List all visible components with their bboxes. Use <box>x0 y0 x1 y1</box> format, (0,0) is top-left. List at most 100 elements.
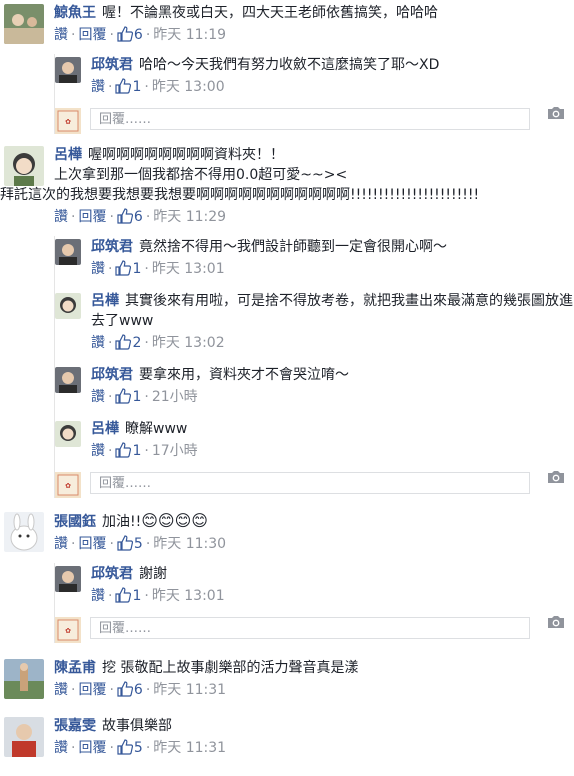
comment-thread: 鯨魚王 喔！不論黑夜或白天，四大天王老師依舊搞笑，哈哈哈 讚 · 回覆 · 6 · 昨天 11… <box>0 2 574 761</box>
like-count[interactable]: 6 <box>134 27 143 43</box>
camera-icon[interactable] <box>546 105 566 125</box>
comment-text-line: 上次拿到那一個我都捨不得用0.0超可愛~~>< <box>54 167 348 183</box>
reply-link[interactable]: 回覆 <box>78 536 106 552</box>
thumbs-up-icon[interactable] <box>115 587 132 609</box>
comment-author[interactable]: 邱筑君 <box>91 367 133 383</box>
like-link[interactable]: 讚 <box>91 261 105 277</box>
like-count[interactable]: 5 <box>134 740 143 756</box>
timestamp[interactable]: 昨天 13:00 <box>152 79 225 95</box>
timestamp[interactable]: 17小時 <box>152 443 198 459</box>
comment-text: 哈哈～今天我們有努力收斂不這麼搞笑了耶～XD <box>139 57 440 73</box>
reply-input[interactable]: 回覆…… <box>90 472 530 494</box>
like-count[interactable]: 2 <box>132 335 141 351</box>
like-link[interactable]: 讚 <box>91 389 105 405</box>
avatar[interactable] <box>4 4 44 44</box>
avatar[interactable] <box>55 239 81 265</box>
reply: 邱筑君 哈哈～今天我們有努力收斂不這麼搞笑了耶～XD 讚 · 1 · 昨天 13:00 <box>55 54 574 100</box>
thumbs-up-icon[interactable] <box>115 388 132 410</box>
avatar[interactable] <box>55 293 81 319</box>
reply-box: ✿ 回覆…… <box>55 102 574 134</box>
reply-input[interactable]: 回覆…… <box>90 617 530 639</box>
like-count[interactable]: 5 <box>134 536 143 552</box>
thumbs-up-icon[interactable] <box>117 739 133 761</box>
camera-icon[interactable] <box>546 614 566 634</box>
comment-text: 竟然捨不得用～我們設計師聽到一定會很開心啊～ <box>139 239 447 255</box>
like-link[interactable]: 讚 <box>91 79 105 95</box>
like-link[interactable]: 讚 <box>54 740 68 756</box>
avatar[interactable] <box>4 512 44 552</box>
timestamp[interactable]: 昨天 11:19 <box>153 27 226 43</box>
replies: 邱筑君 哈哈～今天我們有努力收斂不這麼搞笑了耶～XD 讚 · 1 · 昨天 13:00 ✿… <box>54 54 574 134</box>
svg-text:✿: ✿ <box>65 482 71 490</box>
comment-author[interactable]: 張嘉雯 <box>54 718 96 734</box>
comment-author[interactable]: 邱筑君 <box>91 239 133 255</box>
like-link[interactable]: 讚 <box>91 443 105 459</box>
like-count[interactable]: 1 <box>132 261 141 277</box>
thumbs-up-icon[interactable] <box>115 260 132 282</box>
timestamp[interactable]: 昨天 13:01 <box>152 261 225 277</box>
like-link[interactable]: 讚 <box>54 536 68 552</box>
comment-text-line: 拜託這次的我想要我想要我想要啊啊啊啊啊啊啊啊啊啊啊!!!!!!!!!!!!!!!… <box>0 187 480 203</box>
like-link[interactable]: 讚 <box>54 682 68 698</box>
svg-text:✿: ✿ <box>65 118 71 126</box>
avatar[interactable] <box>4 146 44 186</box>
like-link[interactable]: 讚 <box>54 27 68 43</box>
timestamp[interactable]: 昨天 13:01 <box>152 588 225 604</box>
reply-link[interactable]: 回覆 <box>78 27 106 43</box>
comment: 陳孟甫挖 張敬配上故事劇樂部的活力聲音真是漾 讚 · 回覆 · 6 · 昨天 11:31 <box>0 657 574 703</box>
comment-author[interactable]: 呂樺 <box>91 421 119 437</box>
avatar[interactable] <box>55 57 81 83</box>
like-count[interactable]: 6 <box>134 682 143 698</box>
comment-author[interactable]: 陳孟甫 <box>54 660 96 676</box>
timestamp[interactable]: 昨天 11:31 <box>153 682 226 698</box>
comment-author[interactable]: 邱筑君 <box>91 57 133 73</box>
like-count[interactable]: 1 <box>132 79 141 95</box>
avatar: ✿ <box>55 108 81 134</box>
emoji-text: 😊😊😊😊 <box>141 511 208 530</box>
reply-box: ✿ 回覆…… <box>55 466 574 498</box>
comment-text: 其實後來有用啦，可是捨不得放考卷，就把我畫出來最滿意的幾張圖放進去了www <box>91 293 573 329</box>
comment-author[interactable]: 鯨魚王 <box>54 5 96 21</box>
reply: 邱筑君 謝謝 讚 · 1 · 昨天 13:01 <box>55 563 574 609</box>
avatar: ✿ <box>55 617 81 643</box>
thumbs-up-icon[interactable] <box>115 442 132 464</box>
timestamp[interactable]: 昨天 11:31 <box>153 740 226 756</box>
avatar[interactable] <box>4 717 44 757</box>
avatar[interactable] <box>4 659 44 699</box>
like-link[interactable]: 讚 <box>54 209 68 225</box>
like-link[interactable]: 讚 <box>91 335 105 351</box>
reply-link[interactable]: 回覆 <box>78 209 106 225</box>
comment-author[interactable]: 呂樺 <box>91 293 119 309</box>
comment: 鯨魚王 喔！不論黑夜或白天，四大天王老師依舊搞笑，哈哈哈 讚 · 回覆 · 6 · 昨天 11… <box>0 2 574 48</box>
comment-author[interactable]: 張國鈺 <box>54 514 96 530</box>
reply-link[interactable]: 回覆 <box>78 682 106 698</box>
camera-icon[interactable] <box>546 469 566 489</box>
thumbs-up-icon[interactable] <box>115 334 132 356</box>
comment-text: 喔啊啊啊啊啊啊啊啊資料夾！！ <box>88 147 284 163</box>
comment-text: 喔！不論黑夜或白天，四大天王老師依舊搞笑，哈哈哈 <box>102 5 438 21</box>
timestamp[interactable]: 昨天 11:30 <box>153 536 226 552</box>
thumbs-up-icon[interactable] <box>117 208 133 230</box>
avatar[interactable] <box>55 421 81 447</box>
thumbs-up-icon[interactable] <box>117 26 133 48</box>
like-count[interactable]: 1 <box>132 443 141 459</box>
thumbs-up-icon[interactable] <box>117 681 133 703</box>
like-count[interactable]: 1 <box>132 389 141 405</box>
like-count[interactable]: 1 <box>132 588 141 604</box>
timestamp[interactable]: 昨天 13:02 <box>152 335 225 351</box>
comment: 張國鈺 加油!!😊😊😊😊 讚 · 回覆 · 5 · 昨天 11:30 <box>0 510 574 557</box>
thumbs-up-icon[interactable] <box>117 535 133 557</box>
reply-link[interactable]: 回覆 <box>78 740 106 756</box>
comment-author[interactable]: 呂樺 <box>54 147 82 163</box>
avatar[interactable] <box>55 367 81 393</box>
thumbs-up-icon[interactable] <box>115 78 132 100</box>
avatar[interactable] <box>55 566 81 592</box>
like-count[interactable]: 6 <box>134 209 143 225</box>
reply-input[interactable]: 回覆…… <box>90 108 530 130</box>
reply-box: ✿ 回覆…… <box>55 611 574 643</box>
comment-author[interactable]: 邱筑君 <box>91 566 133 582</box>
comment-text: 要拿來用，資料夾才不會哭泣唷～ <box>139 367 349 383</box>
timestamp[interactable]: 昨天 11:29 <box>153 209 226 225</box>
like-link[interactable]: 讚 <box>91 588 105 604</box>
timestamp[interactable]: 21小時 <box>152 389 198 405</box>
